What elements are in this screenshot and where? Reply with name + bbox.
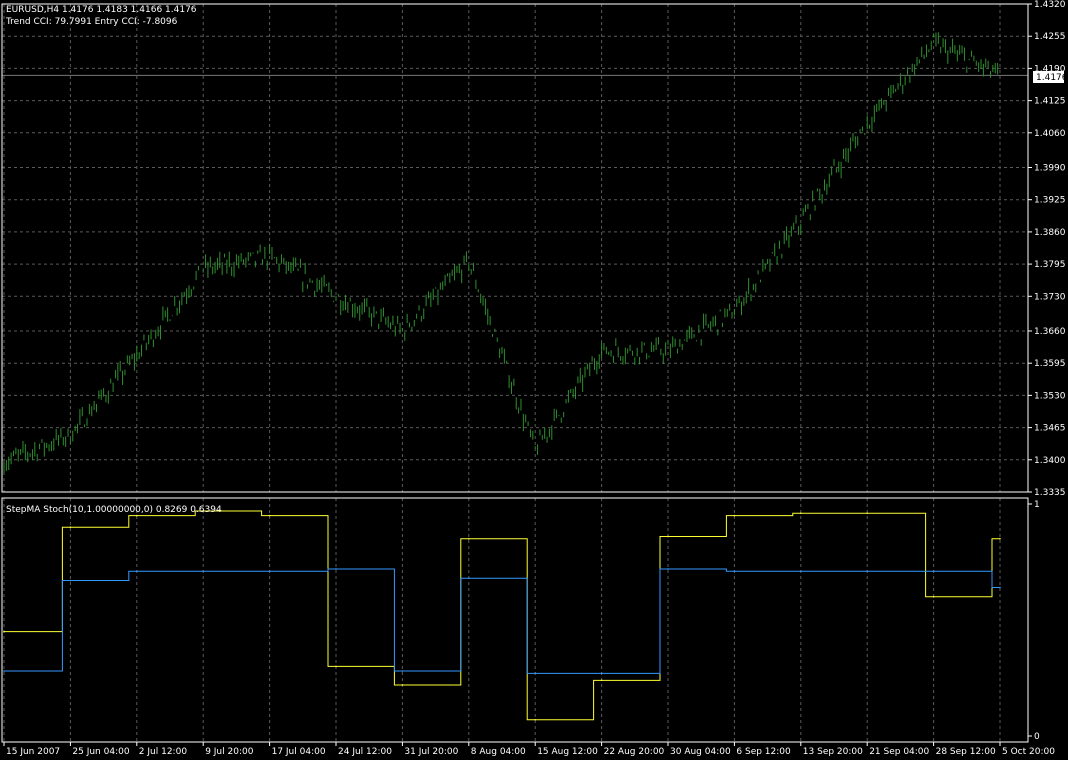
indicator-info-label: StepMA Stoch(10,1.00000000,0) 0.8269 0.6… [6,505,222,515]
price-tick-label: 1.4060 [1034,129,1066,139]
signal-point [69,579,72,582]
stoch-point [268,514,271,517]
symbol-info-label: EURUSD,H4 1.4176 1.4183 1.4166 1.4176 [6,5,197,15]
price-tick-label: 1.3730 [1034,292,1066,302]
time-tick-label: 21 Sep 04:00 [869,747,929,757]
cci-info-label: Trend CCI: 79.7991 Entry CCI: -7.8096 [5,17,178,27]
stoch-point [600,679,603,682]
time-tick-label: 30 Aug 04:00 [670,747,731,757]
price-tick-label: 1.4125 [1034,97,1066,107]
chart-canvas: 1.43201.42551.41901.41251.40601.39901.39… [0,0,1068,760]
stoch-point [667,535,669,538]
signal-point [800,570,802,573]
time-tick-label: 17 Jul 04:00 [272,747,326,757]
signal-point [600,672,603,675]
signal-point [136,570,138,573]
stoch-point [468,538,470,540]
time-tick-label: 22 Aug 20:00 [604,747,665,757]
signal-point [534,672,536,675]
signal-point [3,670,5,672]
time-tick-label: 15 Aug 12:00 [537,747,598,757]
price-tick-label: 1.4255 [1034,32,1066,42]
time-tick-label: 28 Sep 12:00 [936,747,996,757]
time-tick-label: 9 Jul 20:00 [205,747,254,757]
signal-point [733,570,736,573]
price-tick-label: 1.3595 [1034,359,1066,369]
time-tick-label: 31 Jul 20:00 [404,747,458,757]
stoch-point [866,512,868,515]
stoch-point [800,512,802,515]
signal-point [268,570,271,573]
current-price-marker: 1.4176 [1033,71,1068,83]
price-tick-label: 1.3860 [1034,228,1066,238]
price-tick-label: 1.3795 [1034,260,1066,270]
price-tick-label: 1.3530 [1034,391,1066,401]
time-tick-label: 15 Jun 2007 [6,747,60,757]
stoch-point [534,718,536,721]
price-tick-label: 1.3400 [1034,456,1066,466]
signal-point [932,570,935,573]
stoch-point [999,538,1001,540]
chart-background [0,0,1068,760]
stoch-point [69,526,72,528]
current-price-label: 1.4176 [1036,73,1068,83]
signal-point [468,577,470,580]
stoch-point [136,514,138,517]
stoch-point [335,665,337,668]
signal-point [999,586,1001,589]
price-tick-label: 1.4320 [1034,0,1066,10]
time-tick-label: 6 Sep 12:00 [736,747,791,757]
signal-point [401,670,404,672]
signal-point [202,570,204,573]
signal-point [667,568,669,570]
time-tick-label: 13 Sep 20:00 [803,747,863,757]
time-tick-label: 2 Jul 12:00 [139,747,188,757]
time-tick-label: 8 Aug 04:00 [471,747,526,757]
time-tick-label: 24 Jul 12:00 [338,747,392,757]
signal-point [866,570,868,573]
signal-point [335,568,337,570]
stoch-point [733,514,736,517]
stoch-point [3,630,5,633]
time-tick-label: 25 Jun 04:00 [72,747,129,757]
indicator-tick-label: 1 [1034,500,1040,510]
price-tick-label: 1.3335 [1034,488,1066,498]
price-tick-label: 1.3925 [1034,196,1066,206]
time-tick-label: 5 Oct 20:00 [1002,747,1055,757]
price-tick-label: 1.3660 [1034,327,1066,337]
indicator-tick-label: 0 [1034,732,1040,742]
price-tick-label: 1.3990 [1034,163,1066,173]
stoch-point [401,684,404,686]
price-tick-label: 1.3465 [1034,424,1066,434]
stoch-point [932,596,935,598]
